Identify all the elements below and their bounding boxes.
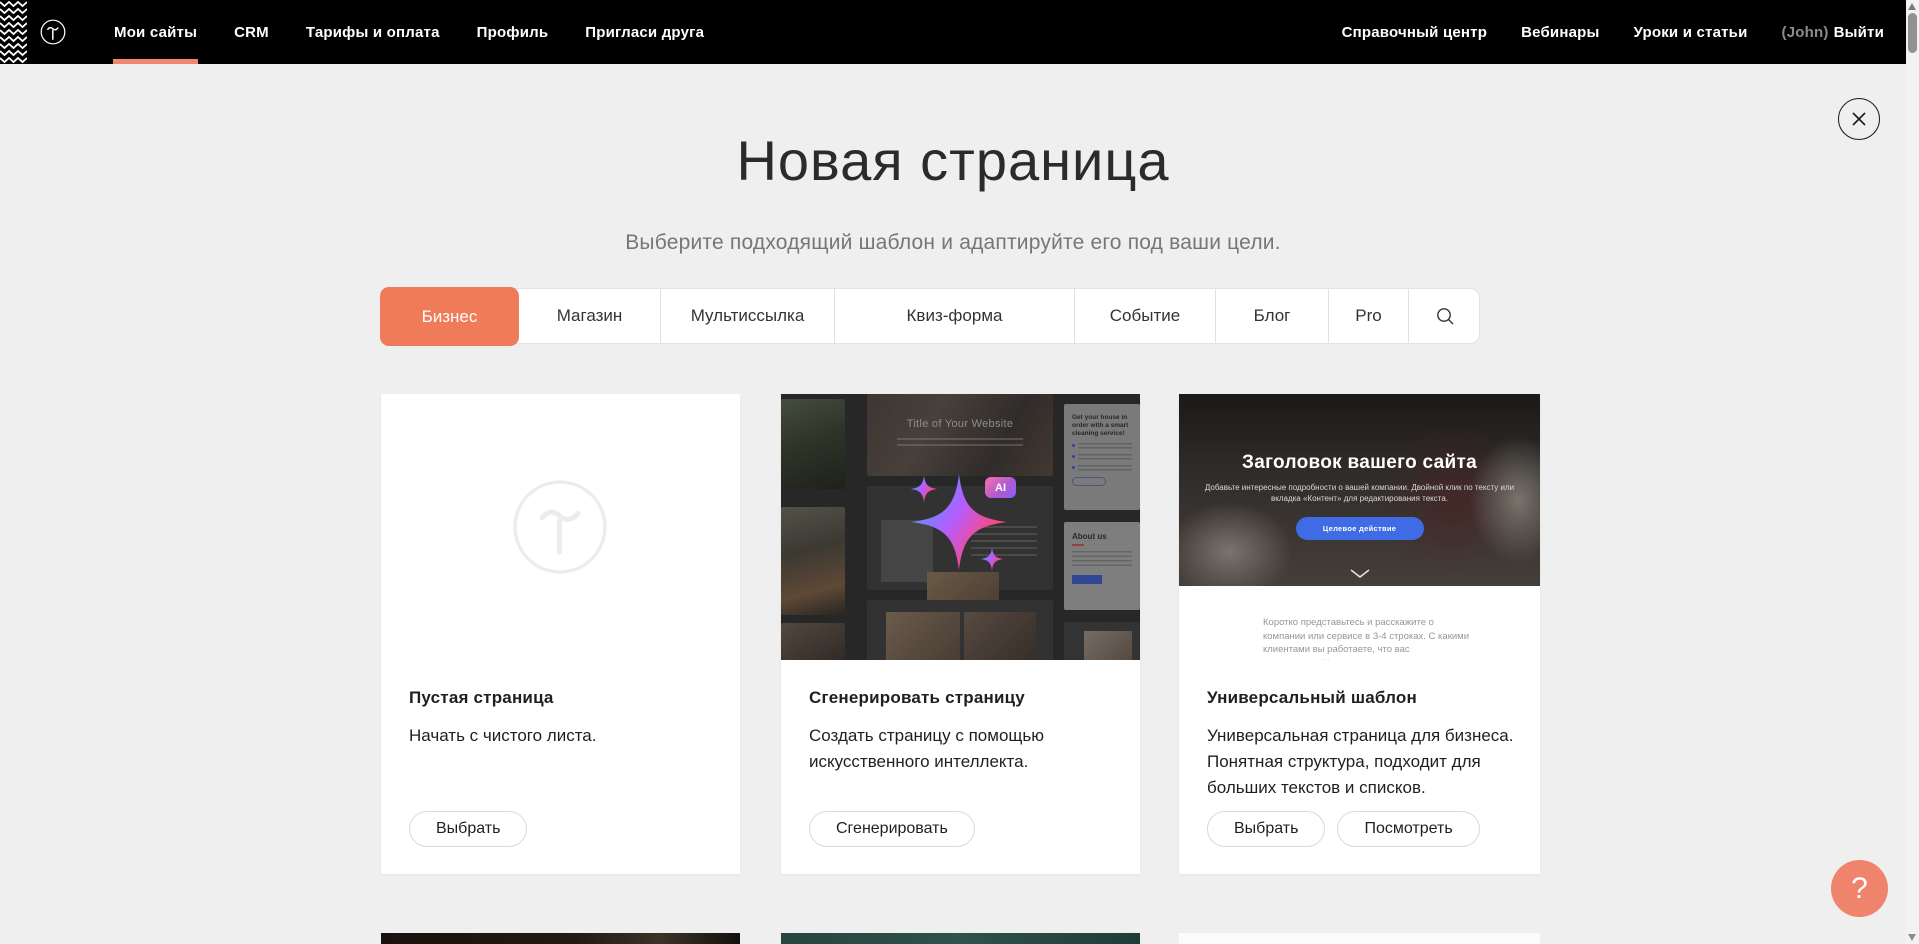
question-mark-icon: ? <box>1851 872 1868 906</box>
zigzag-pattern-decoration <box>0 0 27 64</box>
nav-item-crm[interactable]: CRM <box>234 0 269 64</box>
card-title: Сгенерировать страницу <box>809 688 1126 708</box>
nav-item-pricing[interactable]: Тарифы и оплата <box>306 0 440 64</box>
preview-body-text: Коротко представьтесь и расскажите о ком… <box>1263 616 1469 660</box>
ai-badge: AI <box>985 477 1016 498</box>
tab-search[interactable] <box>1408 289 1482 343</box>
tab-blog[interactable]: Блог <box>1215 289 1328 343</box>
nav-item-label: Тарифы и оплата <box>306 24 440 41</box>
search-icon <box>1436 307 1455 326</box>
preview-cta-button: Целевое действие <box>1296 517 1424 540</box>
nav-item-label: Профиль <box>477 24 549 41</box>
preview-body: Коротко представьтесь и расскажите о ком… <box>1179 586 1540 660</box>
tab-label: Бизнес <box>422 307 478 327</box>
card-actions: Сгенерировать <box>809 811 975 847</box>
nav-item-label: Справочный центр <box>1342 24 1488 41</box>
tab-label: Мультиссылка <box>691 306 805 326</box>
card-text: Универсальный шаблон Универсальная стран… <box>1179 660 1540 801</box>
close-icon <box>1850 110 1868 128</box>
template-category-tabs: Бизнес Магазин Мультиссылка Квиз-форма С… <box>380 288 1480 344</box>
tab-multilink[interactable]: Мультиссылка <box>660 289 834 343</box>
help-bubble-button[interactable]: ? <box>1831 860 1888 917</box>
card-title: Пустая страница <box>409 688 726 708</box>
template-card-blank-page: Пустая страница Начать с чистого листа. … <box>381 394 740 874</box>
choose-blank-button[interactable]: Выбрать <box>409 811 527 847</box>
scrollbar-up-arrow-icon[interactable] <box>1908 3 1916 10</box>
tab-event[interactable]: Событие <box>1074 289 1215 343</box>
scrollbar-down-arrow-icon[interactable] <box>1908 934 1916 941</box>
top-navbar: Мои сайты CRM Тарифы и оплата Профиль Пр… <box>0 0 1906 64</box>
next-row-card-preview[interactable] <box>781 933 1140 944</box>
preview-hero-title: Заголовок вашего сайта <box>1179 452 1540 474</box>
nav-item-logout[interactable]: (John) Выйти <box>1782 0 1884 64</box>
tab-label: Магазин <box>557 306 623 326</box>
next-row-card-preview[interactable] <box>1179 933 1540 944</box>
tilda-watermark-icon <box>512 479 608 575</box>
generate-button[interactable]: Сгенерировать <box>809 811 975 847</box>
template-card-universal: Заголовок вашего сайта Добавьте интересн… <box>1179 394 1540 874</box>
card-text: Пустая страница Начать с чистого листа. <box>381 660 740 749</box>
template-card-ai-generate: Title of Your Website Get your house in … <box>781 394 1140 874</box>
scrollbar-thumb[interactable] <box>1908 13 1917 53</box>
page-subtitle: Выберите подходящий шаблон и адаптируйте… <box>0 231 1906 255</box>
nav-item-lessons[interactable]: Уроки и статьи <box>1634 0 1748 64</box>
card-description: Создать страницу с помощью искусственног… <box>809 723 1126 775</box>
navbar-main-menu: Мои сайты CRM Тарифы и оплата Профиль Пр… <box>114 0 704 64</box>
tab-business[interactable]: Бизнес <box>380 287 519 346</box>
chevron-down-icon <box>1350 569 1370 578</box>
nav-item-label: Уроки и статьи <box>1634 24 1748 41</box>
preview-hero-subtitle: Добавьте интересные подробности о вашей … <box>1204 482 1516 504</box>
tilda-logo-icon[interactable] <box>38 17 68 47</box>
preview-hero: Заголовок вашего сайта Добавьте интересн… <box>1179 394 1540 586</box>
vertical-scrollbar[interactable] <box>1906 0 1919 944</box>
user-name-label: (John) <box>1782 24 1829 41</box>
card-description: Начать с чистого листа. <box>409 723 726 749</box>
choose-universal-button[interactable]: Выбрать <box>1207 811 1325 847</box>
tab-label: Событие <box>1110 306 1180 326</box>
card-title: Универсальный шаблон <box>1207 688 1526 708</box>
ai-collage-preview: Title of Your Website Get your house in … <box>781 394 1140 660</box>
nav-item-webinars[interactable]: Вебинары <box>1521 0 1599 64</box>
page-title: Новая страница <box>0 128 1906 193</box>
card-actions: Выбрать <box>409 811 527 847</box>
nav-item-label: Вебинары <box>1521 24 1599 41</box>
tab-pro[interactable]: Pro <box>1328 289 1408 343</box>
ai-sparkle-icon <box>880 443 1040 603</box>
card-text: Сгенерировать страницу Создать страницу … <box>781 660 1140 775</box>
blank-page-preview <box>381 394 740 660</box>
nav-item-my-sites[interactable]: Мои сайты <box>114 0 197 64</box>
tab-label: Блог <box>1254 306 1291 326</box>
nav-item-invite-friend[interactable]: Пригласи друга <box>585 0 704 64</box>
new-page-dialog: Мои сайты CRM Тарифы и оплата Профиль Пр… <box>0 0 1919 944</box>
tab-label: Pro <box>1355 306 1381 326</box>
logout-label: Выйти <box>1834 24 1884 41</box>
nav-item-label: Мои сайты <box>114 24 197 41</box>
card-actions: Выбрать Посмотреть <box>1207 811 1480 847</box>
universal-template-preview: Заголовок вашего сайта Добавьте интересн… <box>1179 394 1540 660</box>
next-row-card-preview[interactable] <box>381 933 740 944</box>
nav-item-label: Пригласи друга <box>585 24 704 41</box>
nav-item-help-center[interactable]: Справочный центр <box>1342 0 1488 64</box>
tab-quiz-form[interactable]: Квиз-форма <box>834 289 1074 343</box>
nav-item-profile[interactable]: Профиль <box>477 0 549 64</box>
view-universal-button[interactable]: Посмотреть <box>1337 811 1479 847</box>
card-description: Универсальная страница для бизнеса. Поня… <box>1207 723 1526 801</box>
nav-item-label: CRM <box>234 24 269 41</box>
tab-store[interactable]: Магазин <box>519 289 660 343</box>
navbar-secondary-menu: Справочный центр Вебинары Уроки и статьи… <box>1342 0 1884 64</box>
tab-label: Квиз-форма <box>907 306 1003 326</box>
